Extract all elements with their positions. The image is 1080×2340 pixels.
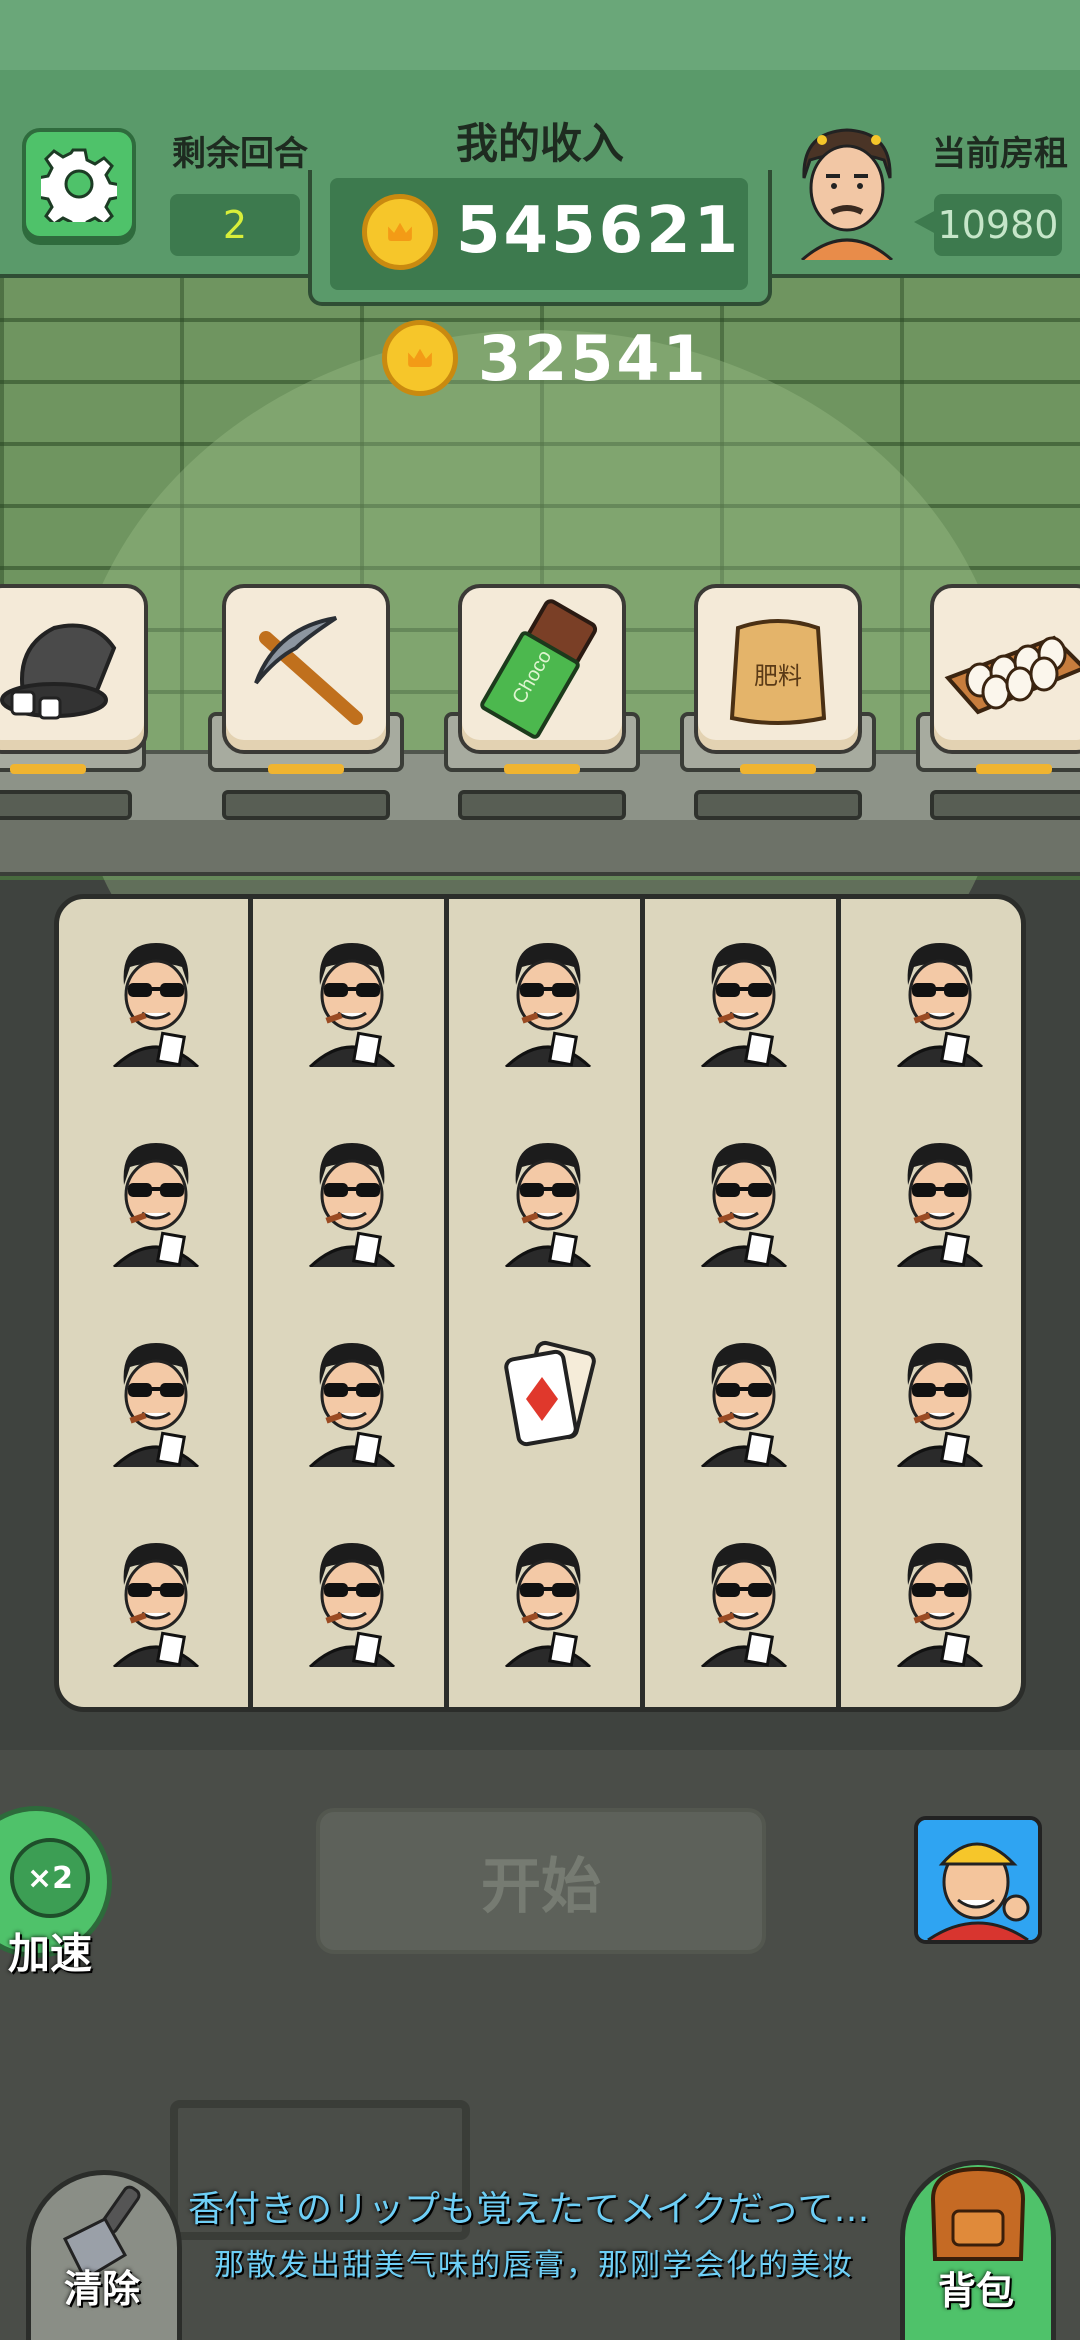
shelf-item-pickaxe[interactable] <box>222 584 390 754</box>
gear-icon <box>41 148 117 222</box>
gambler-avatar-icon <box>106 937 206 1069</box>
egg-tray-icon <box>944 635 1080 715</box>
gambler-avatar-icon <box>302 1337 402 1469</box>
bonus-value: 32541 <box>478 322 709 395</box>
pickaxe-icon <box>254 616 363 725</box>
fertilizer-label: 肥料 <box>754 662 802 690</box>
bonus-coin-icon <box>382 320 458 396</box>
shelf-item-chocolate[interactable]: Choco <box>458 584 626 754</box>
subtitle-line-2: 那散发出甜美气味的唇膏，那刚学会化的美妆 <box>214 2248 854 2283</box>
gambler-avatar-icon <box>106 1537 206 1669</box>
start-button[interactable]: 开始 <box>316 1808 766 1954</box>
header-strip <box>0 0 1080 70</box>
gambler-avatar-icon <box>890 1537 990 1669</box>
income-value: 545621 <box>456 194 742 268</box>
shelf-item-fertilizer[interactable]: 肥料 <box>694 584 862 754</box>
backpack-label: 背包 <box>938 2269 1015 2313</box>
speed-up-label: 加速 <box>8 1929 93 1978</box>
landlord-avatar <box>792 120 902 262</box>
game-screen: 剩余回合 2 我的收入 545621 当前房租 10980 32541 Choc… <box>0 0 1080 2340</box>
speed-multiplier-badge: ×2 <box>10 1838 90 1918</box>
item-shelf-edge <box>0 820 1080 876</box>
playing-cards-icon <box>498 1337 608 1467</box>
gambler-avatar-icon <box>302 1537 402 1669</box>
slot-column <box>843 899 1021 1707</box>
shelf-item-dice-cup[interactable] <box>0 584 148 754</box>
shelf-item-egg-tray[interactable] <box>930 584 1080 754</box>
gambler-avatar-icon <box>694 937 794 1069</box>
fertilizer-bag-icon: 肥料 <box>729 619 827 725</box>
chocolate-icon: Choco <box>480 599 598 739</box>
gambler-avatar-icon <box>694 1337 794 1469</box>
rounds-value: 2 <box>170 194 300 256</box>
clear-label: 清除 <box>64 2267 141 2311</box>
worker-helper-button[interactable] <box>914 1816 1042 1944</box>
gambler-avatar-icon <box>694 1137 794 1269</box>
clear-button[interactable] <box>26 2170 182 2340</box>
gambler-avatar-icon <box>694 1537 794 1669</box>
slot-column <box>255 899 449 1707</box>
coin-icon <box>362 194 438 270</box>
slot-board <box>54 894 1026 1712</box>
gambler-avatar-icon <box>106 1137 206 1269</box>
slot-column <box>59 899 253 1707</box>
rent-bubble-tail <box>914 210 936 234</box>
settings-button[interactable] <box>22 128 136 240</box>
gambler-avatar-icon <box>498 937 598 1069</box>
gambler-avatar-icon <box>890 937 990 1069</box>
gambler-avatar-icon <box>498 1537 598 1669</box>
gambler-avatar-icon <box>890 1337 990 1469</box>
rent-value: 10980 <box>934 194 1062 256</box>
worker-avatar-icon <box>918 1820 1038 1940</box>
gambler-avatar-icon <box>498 1137 598 1269</box>
rounds-label: 剩余回合 <box>172 134 308 174</box>
subtitle-line-1: 香付きのリップも覚えたてメイクだって… <box>188 2189 870 2230</box>
gambler-avatar-icon <box>302 937 402 1069</box>
income-label: 我的收入 <box>455 119 624 168</box>
gambler-avatar-icon <box>106 1337 206 1469</box>
rent-label: 当前房租 <box>932 134 1068 174</box>
slot-column <box>647 899 841 1707</box>
slot-column <box>451 899 645 1707</box>
gambler-avatar-icon <box>302 1137 402 1269</box>
dice-cup-icon <box>0 623 117 720</box>
gambler-avatar-icon <box>890 1137 990 1269</box>
backpack-icon <box>930 2166 1026 2261</box>
